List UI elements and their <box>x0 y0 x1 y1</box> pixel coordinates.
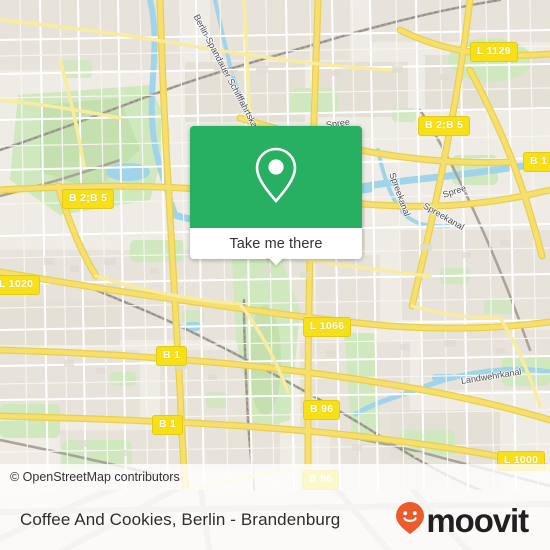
take-me-there-label: Take me there <box>229 235 323 252</box>
popup-header <box>190 126 362 228</box>
moovit-pin-icon <box>395 501 425 540</box>
map-pin-icon <box>253 146 299 209</box>
road-shield: L 1066 <box>303 317 352 337</box>
location-popup-card[interactable]: Take me there <box>190 126 362 259</box>
road-shield: B 96 <box>303 400 341 420</box>
road-shield: B 2;B 5 <box>62 189 115 209</box>
openstreetmap-attribution[interactable]: © OpenStreetMap contributors <box>0 470 180 484</box>
road-shield: B 2;B 5 <box>418 116 471 136</box>
place-title: Coffee And Cookies, Berlin - Brandenburg <box>20 510 341 529</box>
road-shield: B 1 <box>152 415 184 435</box>
moovit-map-screen: .bg { fill:#efece5; } .blk { fill:#e7e3d… <box>0 0 550 550</box>
map-viewport[interactable]: .bg { fill:#efece5; } .blk { fill:#e7e3d… <box>0 0 550 490</box>
map-attribution-bar: © OpenStreetMap contributors <box>0 464 550 490</box>
moovit-wordmark: moovit <box>426 501 529 539</box>
take-me-there-button[interactable]: Take me there <box>190 228 362 259</box>
road-shield: B 1 <box>156 346 188 366</box>
footer-bar: Coffee And Cookies, Berlin - Brandenburg… <box>0 490 550 550</box>
road-shield: L 1129 <box>470 42 518 62</box>
moovit-logo[interactable]: moovit <box>395 501 550 540</box>
road-shield: B 1 <box>523 152 550 172</box>
road-shield: L 1020 <box>0 275 41 295</box>
popup-pointer <box>266 258 286 268</box>
